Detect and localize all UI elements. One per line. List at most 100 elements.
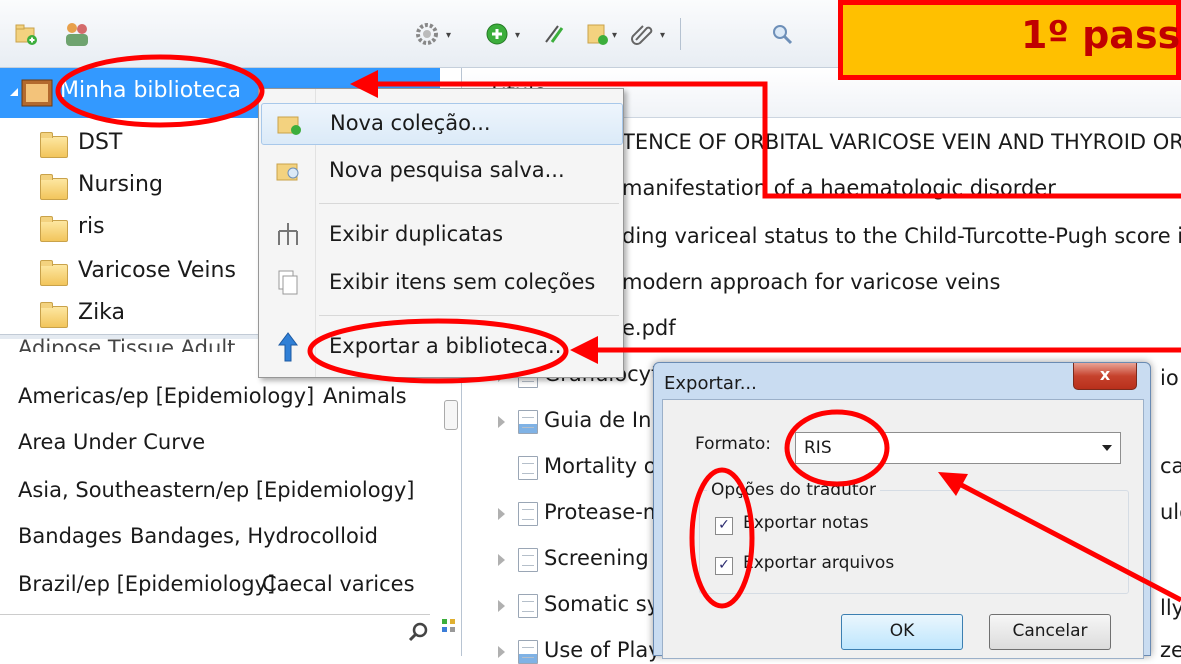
document-icon: [518, 456, 538, 480]
item-title[interactable]: modern approach for varicose veins: [622, 270, 1000, 294]
tag-item[interactable]: Asia, Southeastern/ep [Epidemiology]: [18, 478, 415, 502]
item-title-fragment: io:: [1160, 366, 1181, 390]
tag-item[interactable]: Caecal varices: [262, 572, 415, 596]
tag-row-partial[interactable]: Adipose Tissue Adult: [18, 336, 235, 352]
item-title[interactable]: Protease-m: [544, 500, 663, 524]
unfiled-items-icon: [278, 270, 298, 295]
export-files-checkbox[interactable]: ✓: [715, 557, 733, 575]
folder-icon: [40, 132, 68, 158]
new-group-icon[interactable]: [62, 20, 92, 50]
tag-item[interactable]: Area Under Curve: [18, 430, 205, 454]
cancel-button[interactable]: Cancelar: [989, 614, 1111, 650]
translator-options-group: [699, 490, 1129, 594]
add-by-identifier-icon[interactable]: [542, 22, 566, 46]
context-menu: Nova coleção... Nova pesquisa salva... E…: [258, 88, 624, 378]
add-item-icon[interactable]: [485, 22, 509, 46]
expand-triangle-icon[interactable]: [498, 508, 505, 520]
saved-search-icon: [276, 163, 299, 181]
item-title[interactable]: manifestation of a haematologic disorder: [622, 176, 1056, 200]
menu-item-new-collection[interactable]: Nova coleção...: [261, 103, 623, 145]
format-select[interactable]: RIS: [795, 432, 1121, 464]
item-title[interactable]: Guia de Iníc: [544, 408, 669, 432]
chevron-down-icon[interactable]: ▾: [515, 30, 520, 41]
item-title[interactable]: e.pdf: [622, 316, 676, 340]
menu-item-label: Exportar a biblioteca...: [329, 334, 569, 358]
new-collection-icon: [277, 116, 301, 135]
folder-icon: [40, 216, 68, 242]
menu-item-show-unfiled[interactable]: Exibir itens sem coleções: [261, 263, 621, 303]
tag-filter-input[interactable]: [0, 614, 430, 656]
menu-item-export-library[interactable]: Exportar a biblioteca...: [261, 327, 621, 367]
chevron-down-icon[interactable]: ▾: [446, 30, 451, 41]
tag-item[interactable]: Animals: [323, 384, 407, 408]
new-collection-icon[interactable]: [14, 22, 38, 46]
item-title[interactable]: Mortality o: [544, 454, 657, 478]
item-title-fragment: lly: [1160, 596, 1181, 620]
format-value: RIS: [804, 438, 832, 458]
tree-expand-icon[interactable]: [8, 86, 20, 98]
folder-icon: [40, 174, 68, 200]
export-arrow-icon: [278, 332, 298, 362]
collection-label: ris: [78, 214, 105, 239]
ok-button[interactable]: OK: [841, 614, 963, 650]
chevron-down-icon[interactable]: ▾: [660, 30, 665, 41]
dialog-title: Exportar...: [664, 373, 757, 394]
new-note-icon[interactable]: [585, 22, 609, 46]
document-icon: [518, 548, 538, 572]
tag-item[interactable]: Bandages: [18, 524, 122, 548]
expand-triangle-icon[interactable]: [498, 646, 505, 658]
export-notes-label[interactable]: Exportar notas: [743, 513, 869, 533]
format-label: Formato:: [695, 434, 772, 454]
library-icon: [21, 79, 53, 107]
collection-label: Varicose Veins: [78, 258, 236, 283]
actions-gear-icon[interactable]: [415, 22, 439, 46]
item-title[interactable]: Somatic sy: [544, 592, 659, 616]
menu-item-label: Exibir itens sem coleções: [329, 270, 596, 294]
translator-options-legend: Opções do tradutor: [707, 480, 880, 500]
export-files-label[interactable]: Exportar arquivos: [743, 553, 894, 573]
book-icon: [518, 410, 538, 434]
duplicates-icon: [278, 223, 298, 245]
document-icon: [518, 502, 538, 526]
dialog-body: Formato: RIS Opções do tradutor ✓ Export…: [662, 399, 1144, 659]
book-icon: [518, 640, 538, 664]
toolbar-separator: [680, 18, 681, 50]
item-title[interactable]: Screening f: [544, 546, 663, 570]
menu-item-label: Exibir duplicatas: [329, 222, 504, 246]
search-icon[interactable]: [408, 621, 430, 643]
chevron-down-icon[interactable]: [1102, 445, 1112, 451]
close-button[interactable]: x: [1073, 363, 1137, 390]
item-title[interactable]: ding variceal status to the Child-Turcot…: [622, 224, 1181, 248]
collection-label: Zika: [78, 300, 126, 325]
step-banner-text: 1º pass: [1021, 13, 1181, 57]
expand-triangle-icon[interactable]: [498, 554, 505, 566]
tag-scrollbar[interactable]: [444, 400, 458, 430]
item-title-fragment: ulo: [1160, 500, 1181, 524]
attachment-icon[interactable]: [630, 22, 654, 46]
folder-icon: [40, 302, 68, 328]
expand-triangle-icon[interactable]: [498, 416, 505, 428]
step-banner: 1º pass: [838, 0, 1181, 80]
item-title[interactable]: Use of Play: [544, 638, 661, 662]
item-title-fragment: ze: [1160, 638, 1181, 662]
collection-label: DST: [78, 130, 123, 155]
tag-item[interactable]: Brazil/ep [Epidemiology]: [18, 572, 275, 596]
expand-triangle-icon[interactable]: [498, 600, 505, 612]
tag-item[interactable]: Bandages, Hydrocolloid: [130, 524, 378, 548]
search-icon[interactable]: [770, 22, 794, 46]
collection-label: Nursing: [78, 172, 163, 197]
menu-item-label: Nova pesquisa salva...: [329, 158, 565, 182]
menu-item-new-saved-search[interactable]: Nova pesquisa salva...: [261, 151, 621, 191]
item-title-fragment: cau: [1160, 454, 1181, 478]
export-notes-checkbox[interactable]: ✓: [715, 517, 733, 535]
chevron-down-icon[interactable]: ▾: [612, 30, 617, 41]
tag-options-icon[interactable]: [441, 618, 459, 636]
menu-separator: [319, 315, 619, 316]
tag-item[interactable]: Americas/ep [Epidemiology]: [18, 384, 314, 408]
menu-item-show-duplicates[interactable]: Exibir duplicatas: [261, 215, 621, 255]
menu-separator: [319, 203, 619, 204]
export-dialog: Exportar... x Formato: RIS Opções do tra…: [653, 362, 1151, 659]
document-icon: [518, 594, 538, 618]
item-title[interactable]: TENCE OF ORBITAL VARICOSE VEIN AND THYRO…: [622, 130, 1181, 154]
library-root-label: Minha biblioteca: [60, 78, 241, 103]
